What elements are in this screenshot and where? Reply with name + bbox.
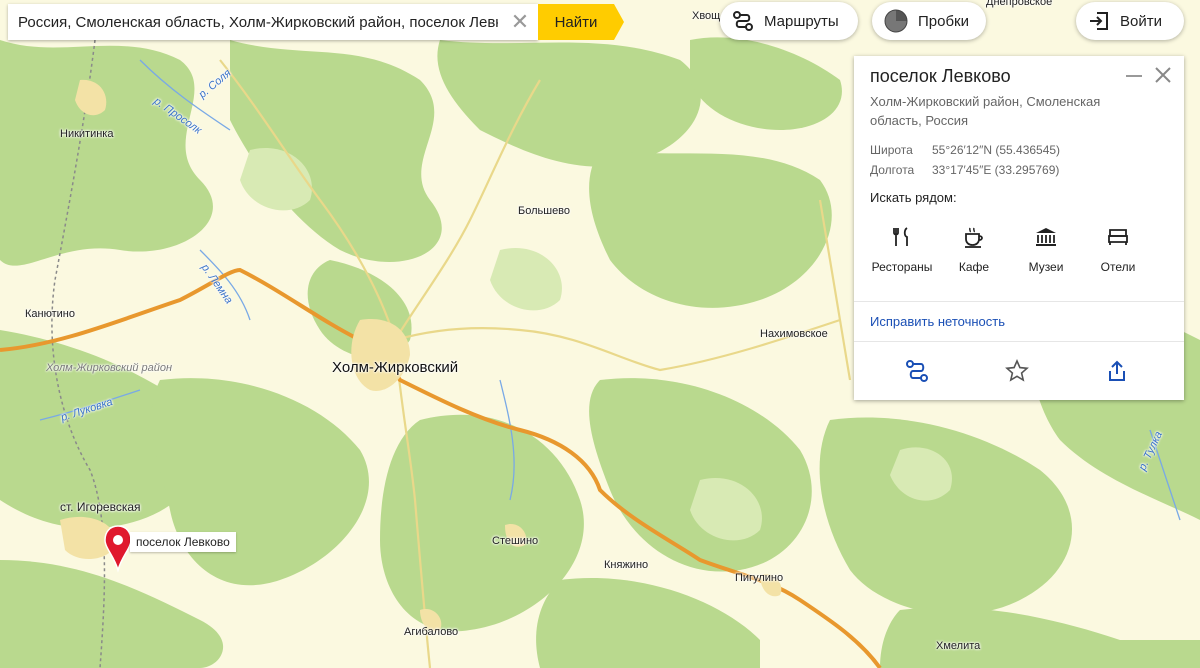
longitude-value: 33°17′45″E (33.295769) <box>932 163 1060 177</box>
category-museums[interactable]: Музеи <box>1006 222 1086 274</box>
find-button-arrow <box>614 4 624 40</box>
place-label: Стешино <box>492 535 539 547</box>
login-icon <box>1088 10 1110 32</box>
place-label: Канютино <box>25 308 75 320</box>
place-label: Никитинка <box>60 128 114 140</box>
place-label: Нахимовское <box>760 328 828 340</box>
divider <box>854 301 1184 302</box>
share-icon[interactable] <box>1102 356 1132 386</box>
category-hotels[interactable]: Отели <box>1078 222 1158 274</box>
latitude-value: 55°26′12″N (55.436545) <box>932 143 1061 157</box>
minimize-icon[interactable] <box>1124 66 1144 86</box>
divider <box>854 341 1184 342</box>
fix-inaccuracy-link[interactable]: Исправить неточность <box>870 314 1005 329</box>
routes-label: Маршруты <box>764 12 839 30</box>
route-here-icon[interactable] <box>902 356 932 386</box>
category-cafe[interactable]: Кафе <box>934 222 1014 274</box>
traffic-label: Пробки <box>918 12 969 30</box>
routes-button[interactable]: Маршруты <box>720 2 858 40</box>
place-label: Холм-Жирковский <box>332 359 459 376</box>
category-label: Музеи <box>1028 260 1064 274</box>
district-label: Холм-Жирковский район <box>46 362 173 374</box>
longitude-key: Долгота <box>870 163 915 177</box>
place-label: Пигулино <box>735 572 784 584</box>
place-label: Агибалово <box>404 626 459 638</box>
panel-actions <box>854 356 1184 386</box>
traffic-button[interactable]: Пробки <box>872 2 986 40</box>
category-label: Кафе <box>958 260 990 274</box>
place-label: Днепровское <box>986 0 1053 8</box>
museum-icon <box>1006 222 1086 252</box>
nearby-heading: Искать рядом: <box>870 190 957 205</box>
star-icon[interactable] <box>1002 356 1032 386</box>
place-info-panel: поселок Левково Холм-Жирковский район, С… <box>854 56 1184 400</box>
place-address: Холм-Жирковский район, Смоленская област… <box>870 94 1101 128</box>
place-label: Хмелита <box>936 640 981 652</box>
category-label: Рестораны <box>871 260 933 274</box>
find-button[interactable]: Найти <box>538 4 614 40</box>
nearby-categories: Рестораны Кафе Музеи Отели <box>862 222 1162 282</box>
place-title: поселок Левково <box>870 66 1011 86</box>
place-label: Хвощ <box>692 10 721 22</box>
coordinates: Широта 55°26′12″N (55.436545) Долгота 33°1… <box>870 140 1060 180</box>
latitude-key: Широта <box>870 143 913 157</box>
login-label: Войти <box>1120 12 1162 30</box>
place-label: Княжино <box>604 559 649 571</box>
category-restaurants[interactable]: Рестораны <box>862 222 942 274</box>
clear-search-icon[interactable]: ✕ <box>510 11 530 33</box>
search-bar: ✕ <box>8 4 538 40</box>
bed-icon <box>1078 222 1158 252</box>
close-icon[interactable] <box>1152 64 1174 86</box>
coffee-cup-icon <box>934 222 1014 252</box>
search-input[interactable] <box>8 4 498 40</box>
place-label: ст. Игоревская <box>60 500 141 514</box>
traffic-light-icon <box>884 9 908 33</box>
route-icon <box>732 10 754 32</box>
login-button[interactable]: Войти <box>1076 2 1184 40</box>
marker-label[interactable]: поселок Левково <box>130 532 236 552</box>
fork-knife-icon <box>862 222 942 252</box>
category-label: Отели <box>1100 260 1136 274</box>
place-label: Большево <box>518 205 571 217</box>
